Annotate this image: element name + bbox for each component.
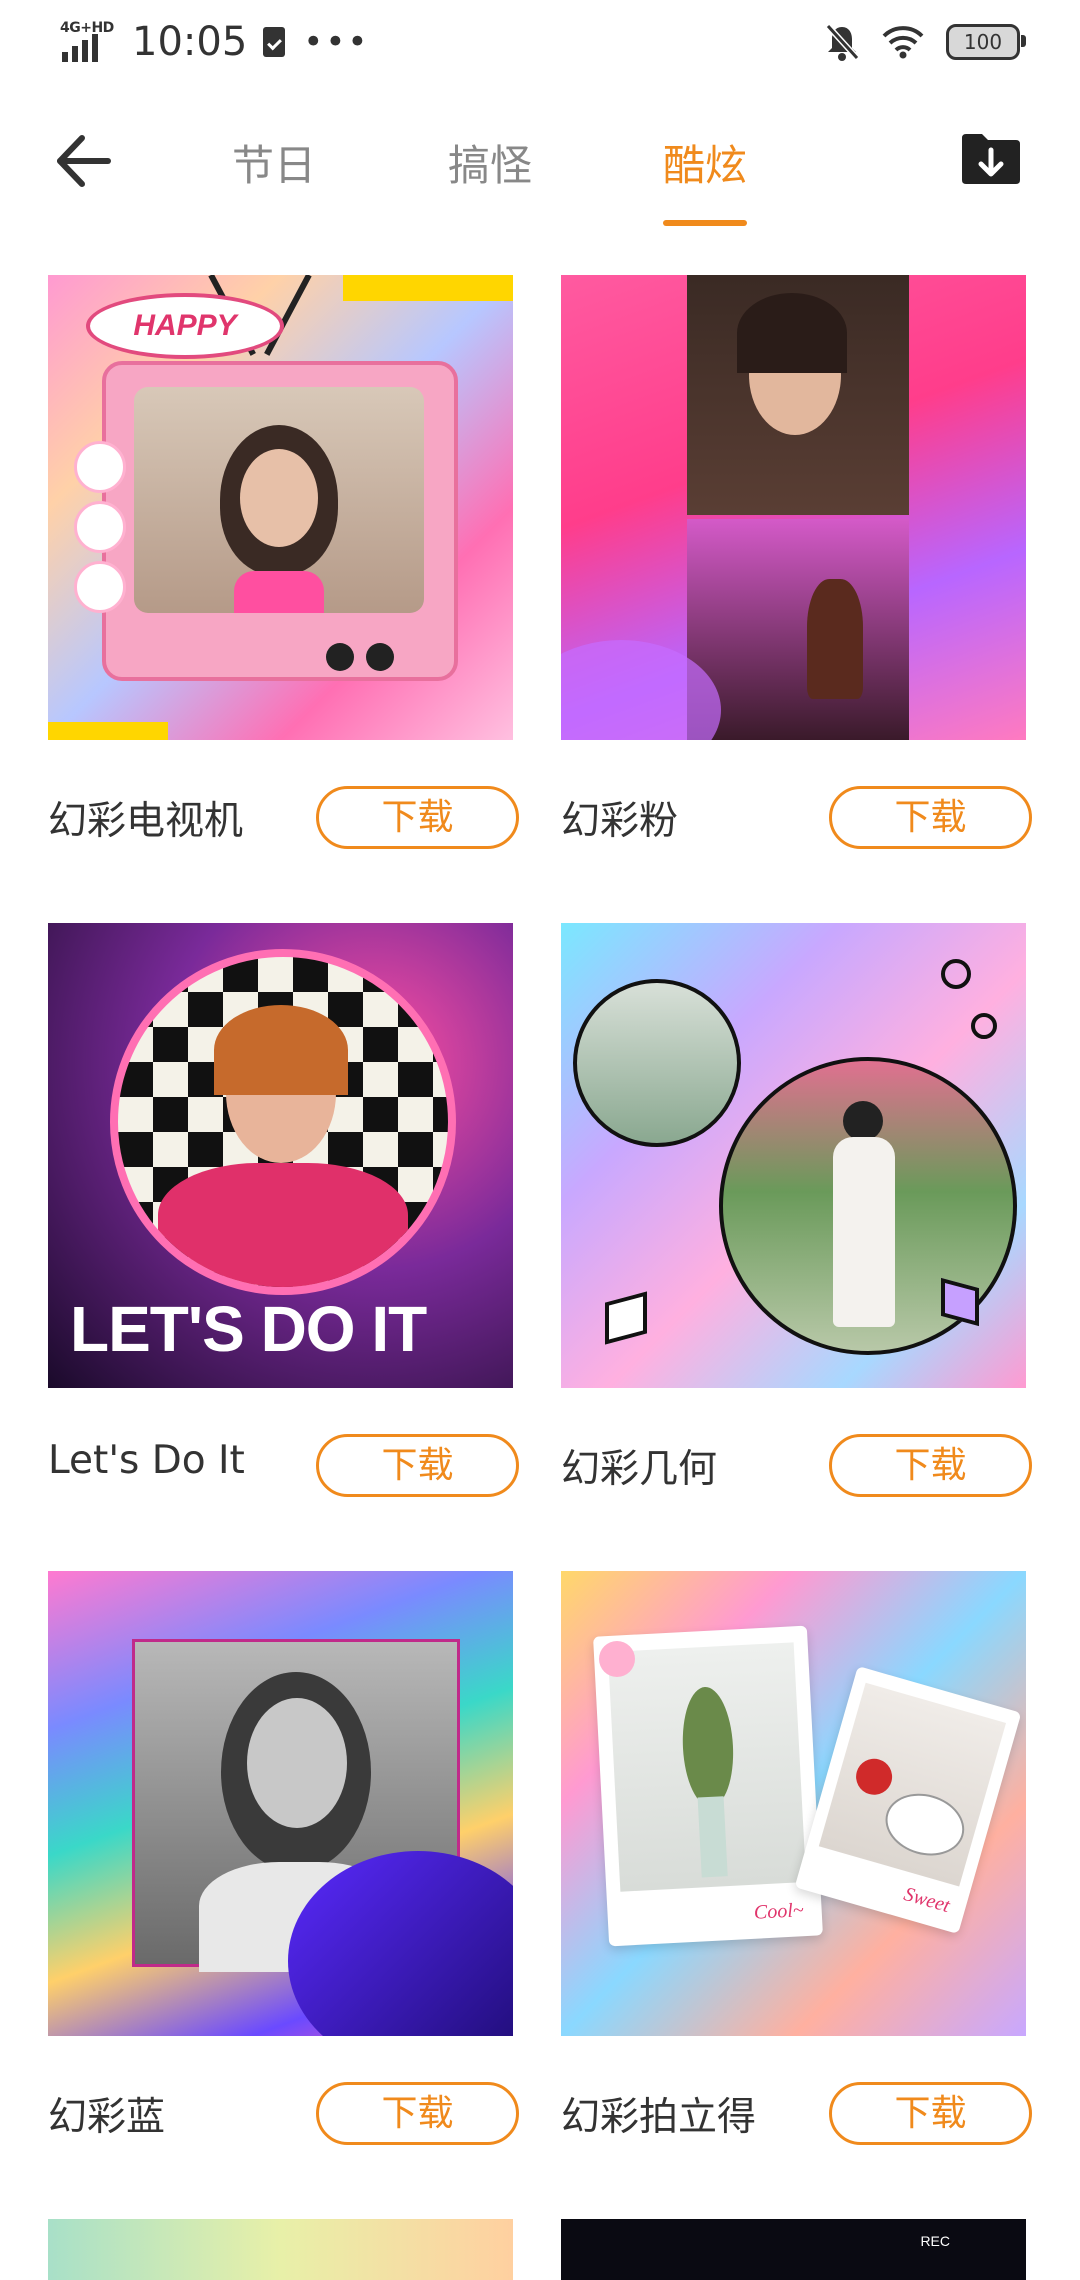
battery-icon: 100 <box>946 24 1026 60</box>
polaroid-caption-sweet: Sweet <box>901 1883 953 1918</box>
download-button[interactable]: 下载 <box>829 1434 1032 1497</box>
status-right: 100 <box>824 18 1026 66</box>
template-title: 幻彩拍立得 <box>561 2095 757 2140</box>
network-signal-icon: 4G+HD <box>60 20 118 64</box>
top-nav: 节日 搞怪 酷炫 <box>0 110 1080 230</box>
download-button[interactable]: 下载 <box>316 786 519 849</box>
download-button[interactable]: 下载 <box>316 1434 519 1497</box>
template-thumbnail-geometric[interactable] <box>561 923 1026 1388</box>
wifi-icon <box>882 26 924 59</box>
template-thumbnail-partial[interactable]: REC <box>561 2219 1026 2280</box>
photo-placeholder <box>134 387 424 613</box>
back-arrow-icon[interactable] <box>50 126 120 196</box>
template-title: 幻彩粉 <box>561 799 679 844</box>
polaroid-caption-cool: Cool~ <box>753 1899 805 1924</box>
happy-sticker: HAPPY <box>86 293 284 359</box>
template-title: 幻彩电视机 <box>48 799 244 844</box>
template-thumbnail-tv[interactable]: HAPPY <box>48 275 513 740</box>
download-button[interactable]: 下载 <box>829 786 1032 849</box>
clipboard-check-icon <box>263 27 286 57</box>
template-thumbnail-lets-do-it[interactable]: LET'S DO IT <box>48 923 513 1388</box>
template-thumbnail-partial[interactable] <box>48 2219 513 2280</box>
clock: 10:05 <box>132 19 248 65</box>
template-title: Let's Do It <box>48 1438 245 1483</box>
template-title: 幻彩几何 <box>561 1447 718 1492</box>
template-title: 幻彩蓝 <box>48 2095 166 2140</box>
download-folder-icon[interactable] <box>958 128 1024 192</box>
template-thumbnail-pink[interactable] <box>561 275 1026 740</box>
download-button[interactable]: 下载 <box>829 2082 1032 2145</box>
download-button[interactable]: 下载 <box>316 2082 519 2145</box>
tab-funny[interactable]: 搞怪 <box>440 126 540 206</box>
lets-do-it-text: LET'S DO IT <box>70 1293 427 1365</box>
status-bar: 4G+HD 10:05 ••• 100 <box>0 0 1080 84</box>
tab-cool[interactable]: 酷炫 <box>655 126 755 206</box>
template-thumbnail-blue[interactable] <box>48 1571 513 2036</box>
template-thumbnail-polaroid[interactable]: Cool~ Sweet <box>561 1571 1026 2036</box>
more-notifications-icon: ••• <box>303 22 370 62</box>
active-tab-indicator <box>663 220 747 226</box>
mute-bell-icon <box>825 23 860 61</box>
tab-festival[interactable]: 节日 <box>224 126 324 206</box>
rec-label: REC <box>920 2233 950 2249</box>
tv-frame <box>102 361 458 681</box>
status-left: 4G+HD 10:05 ••• <box>60 18 369 66</box>
